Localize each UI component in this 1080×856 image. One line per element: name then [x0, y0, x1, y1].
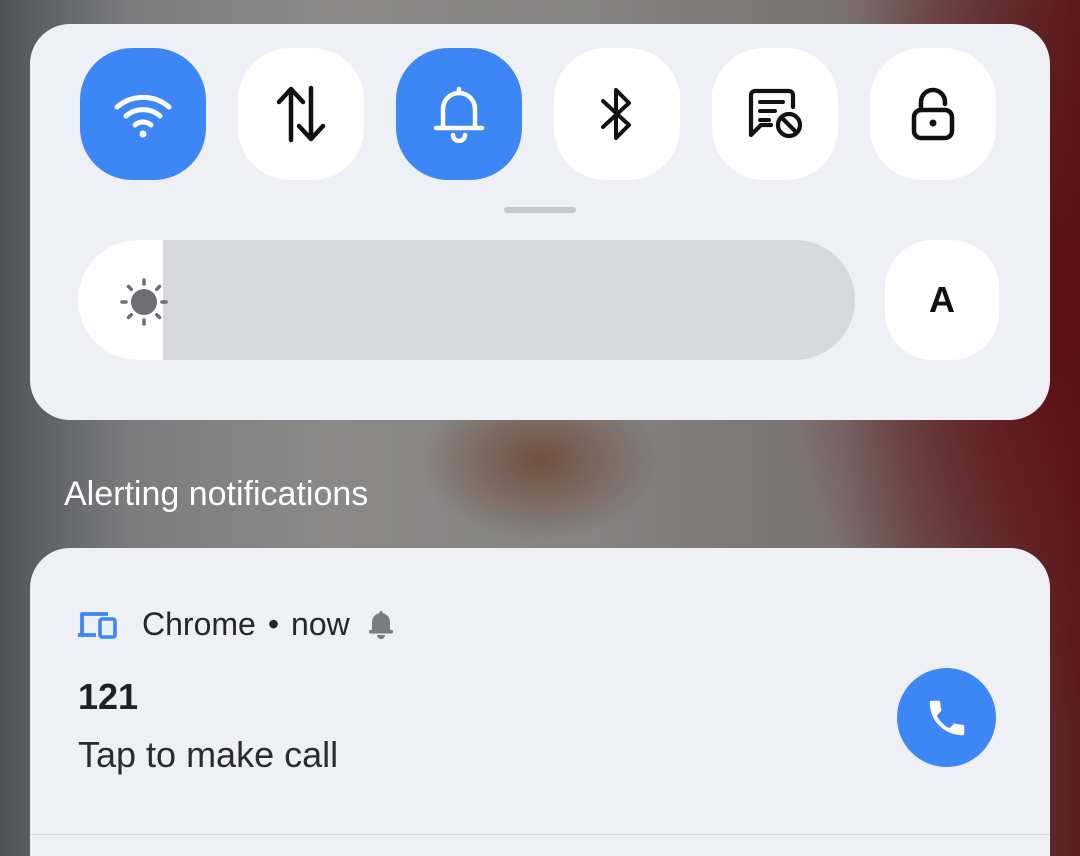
notification-app-name: Chrome	[142, 606, 256, 642]
message-block-icon	[748, 88, 803, 139]
panel-drag-handle[interactable]	[504, 207, 576, 213]
section-header-alerting: Alerting notifications	[64, 475, 369, 513]
bell-icon	[433, 86, 485, 143]
bell-small-icon	[368, 610, 393, 639]
devices-icon	[78, 611, 117, 639]
notification-text: Tap to make call	[78, 734, 339, 775]
notification-title: 121	[78, 676, 139, 717]
call-action-button[interactable]	[897, 668, 996, 767]
mobile-data-tile[interactable]	[238, 48, 364, 180]
data-arrows-icon	[276, 85, 326, 143]
sound-tile[interactable]	[396, 48, 522, 180]
notification-separator: •	[267, 606, 280, 642]
notification-header: Chrome • now	[78, 606, 394, 643]
bluetooth-tile[interactable]	[554, 48, 680, 180]
brightness-slider[interactable]	[78, 240, 855, 360]
notification-time: now	[291, 606, 350, 642]
auto-brightness-button[interactable]: A	[885, 240, 999, 360]
bluetooth-icon	[601, 88, 631, 140]
wifi-icon	[114, 94, 172, 138]
quick-settings-panel: A	[30, 24, 1050, 420]
do-not-disturb-tile[interactable]	[712, 48, 838, 180]
notification-card[interactable]: Chrome • now 121 Tap to make call	[30, 548, 1050, 856]
lock-open-icon	[911, 87, 955, 141]
wifi-tile[interactable]	[80, 48, 206, 180]
phone-icon	[929, 700, 964, 735]
notification-divider	[30, 834, 1050, 835]
screen-lock-tile[interactable]	[870, 48, 996, 180]
sun-icon	[120, 278, 168, 326]
